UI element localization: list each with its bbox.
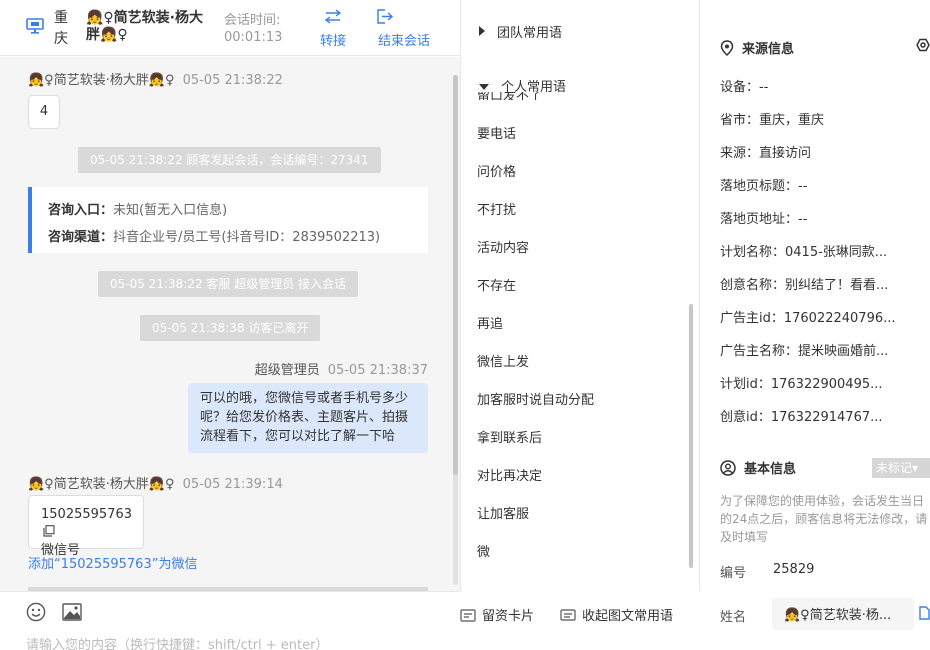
basic-info-heading: 基本信息 [720,458,796,477]
phrases-scrollbar[interactable] [689,304,693,568]
transfer-label: 转接 [319,34,346,49]
customer-message-bubble: 15025595763 微信号 [28,495,144,558]
session-header: 重庆 👧♀简艺软装·杨大胖👧♀ 会话时间: 00:01:13 转接 结束会话 [0,0,460,56]
quick-phrases-panel: 团队常用语 个人常用语 留口发不了 要电话 问价格 不打扰 活动内容 不存在 再… [460,0,700,591]
customer-id-label: 编号 [720,566,747,581]
consult-channel: 咨询渠道：抖音企业号/员工号(抖音号ID：2839502213) [48,230,381,245]
caret-right-icon [479,26,485,36]
message-header: 👧♀简艺软装·杨大胖👧♀ 05-05 21:39:14 [28,473,283,492]
agent-message-header: 超级管理员 05-05 21:38:37 [255,359,428,378]
collapse-phrases-label: 收起图文常用语 [582,609,674,624]
session-time-value: 00:01:13 [224,30,283,45]
input-area: 留资卡片 收起图文常用语 [0,591,673,650]
phrase-item[interactable]: 微信上发 [477,351,529,370]
system-message: 05-05 21:38:22 客服 超级管理员 接入会话 [98,271,359,297]
customer-city: 重庆 [54,10,68,47]
chat-scrollbar[interactable] [453,75,458,475]
system-message: 05-05 21:38:22 顾客发起会话，会话编号：27341 [78,147,381,173]
plan-id: 计划id：176322900495... [720,377,883,392]
end-session-button[interactable]: 结束会话 [377,8,431,49]
edit-notice: 为了保障您的使用体验，会话发生当日的24点之后，顾客信息将无法修改，请及时填写 [720,494,928,544]
landing-page-title: 落地页标题：-- [720,179,808,194]
phrase-item[interactable]: 不存在 [477,275,516,294]
plan-name: 计划名称：0415-张琳同款... [720,245,888,260]
source-device: 设备：-- [720,80,769,95]
phrase-item[interactable]: 再追 [477,313,503,332]
landing-page-url: 落地页地址：-- [720,212,808,227]
user-icon [720,460,736,476]
phrase-item[interactable]: 让加客服 [477,503,529,522]
source-province: 省市：重庆，重庆 [720,113,825,128]
message-sender: 👧♀简艺软装·杨大胖👧♀ [28,477,175,492]
system-message: 05-05 21:38:38 访客已离开 [140,315,321,341]
phrase-item[interactable]: 活动内容 [477,237,529,256]
customer-name-field[interactable]: 👧♀简艺软装·杨... [772,598,914,630]
agent-message-bubble: 可以的哦，您微信号或者手机号多少呢？给您发价格表、主题客片、拍摄流程看下，您可以… [188,383,428,453]
copy-icon[interactable] [43,525,55,537]
message-timestamp: 05-05 21:38:37 [327,363,428,378]
location-icon [720,40,734,57]
consult-entry: 咨询入口：未知(暂无入口信息) [48,203,228,218]
collapse-phrases-button[interactable]: 收起图文常用语 [560,605,673,624]
settings-icon[interactable] [916,38,930,52]
lead-card-button[interactable]: 留资卡片 [460,605,534,624]
session-time-label: 会话时间: [224,13,281,28]
image-icon[interactable] [62,603,82,621]
customer-message-bubble: 4 [28,95,60,129]
agent-name: 超级管理员 [254,363,320,378]
message-list[interactable]: 👧♀简艺软装·杨大胖👧♀ 05-05 21:38:22 4 05-05 21:38… [0,57,460,591]
lead-card-label: 留资卡片 [482,609,535,624]
customer-id-value: 25829 [773,562,815,577]
tag-dropdown[interactable]: 未标记▾ [872,458,930,478]
exit-icon [377,9,394,24]
team-phrases-label: 团队常用语 [497,26,563,41]
phrase-item[interactable]: 微 [477,541,490,560]
customer-info-panel: 来源信息 设备：-- 省市：重庆，重庆 来源：直接访问 落地页标题：-- 落地页… [700,0,930,650]
message-sender: 👧♀简艺软装·杨大胖👧♀ [28,73,175,88]
transfer-icon [324,9,342,24]
transfer-button[interactable]: 转接 [316,8,350,49]
consult-info-card: 咨询入口：未知(暂无入口信息) 咨询渠道：抖音企业号/员工号(抖音号ID：283… [28,187,428,253]
creative-name: 创意名称：别纠结了！看看... [720,278,889,293]
phone-number: 15025595763 [41,507,132,522]
source-channel: 来源：直接访问 [720,146,812,161]
add-wechat-link[interactable]: 添加“15025595763”为微信 [28,553,197,572]
phrase-item[interactable]: 对比再决定 [477,465,542,484]
team-phrases-group[interactable]: 团队常用语 [479,22,562,41]
creative-id: 创意id：176322914767... [720,410,883,425]
chat-panel: 重庆 👧♀简艺软装·杨大胖👧♀ 会话时间: 00:01:13 转接 结束会话 👧… [0,0,673,650]
message-icon [560,609,576,621]
source-info-heading: 来源信息 [720,38,794,57]
emoji-icon[interactable] [26,602,46,622]
phrase-item[interactable]: 加客服时说自动分配 [477,389,594,408]
message-timestamp: 05-05 21:38:22 [182,73,283,88]
message-header: 👧♀简艺软装·杨大胖👧♀ 05-05 21:38:22 [28,69,283,88]
phrase-item[interactable]: 不打扰 [477,199,516,218]
message-input[interactable] [26,638,446,650]
card-icon [460,609,476,622]
advertiser-name: 广告主名称：提米映画婚前... [720,344,889,359]
copy-icon[interactable] [918,606,930,620]
message-timestamp: 05-05 21:39:14 [182,477,283,492]
caret-down-icon [479,84,489,90]
customer-name-label: 姓名 [720,610,747,625]
monitor-icon [26,18,44,34]
phrase-item[interactable]: 要电话 [477,123,516,142]
phrase-item[interactable]: 拿到联系后 [477,427,542,446]
phrase-item[interactable]: 问价格 [477,161,516,180]
end-session-label: 结束会话 [378,34,431,49]
customer-name: 👧♀简艺软装·杨大胖👧♀ [86,10,204,43]
phrase-item[interactable]: 留口发不了 [477,92,577,100]
advertiser-id: 广告主id：176022240796... [720,311,896,326]
